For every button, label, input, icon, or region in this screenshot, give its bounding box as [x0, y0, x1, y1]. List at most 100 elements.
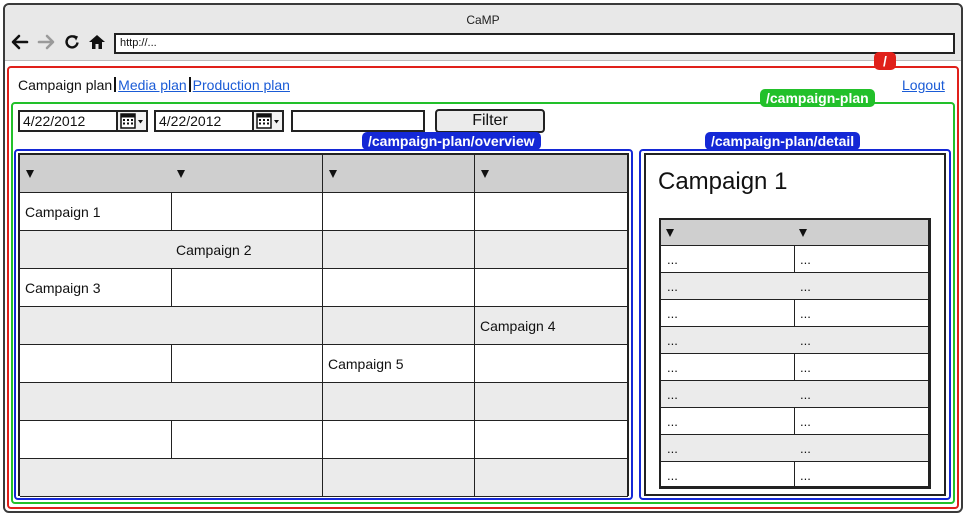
overview-grid-cell[interactable]: Campaign 3 [20, 269, 172, 307]
overview-grid-cell[interactable] [475, 421, 628, 459]
logout-link[interactable]: Logout [902, 77, 945, 93]
overview-grid-cell[interactable] [475, 459, 628, 497]
overview-grid-cell[interactable] [171, 193, 323, 231]
detail-grid-cell[interactable]: ... [794, 327, 929, 354]
overview-column-header[interactable] [475, 155, 628, 193]
main-nav: Campaign plan Media plan Production plan [18, 76, 290, 94]
detail-grid-cell[interactable]: ... [794, 300, 929, 327]
overview-grid-cell[interactable] [171, 421, 323, 459]
overview-grid-cell[interactable] [323, 459, 475, 497]
detail-grid-cell[interactable]: ... [794, 435, 929, 462]
detail-grid-cell[interactable]: ... [794, 246, 929, 273]
detail-cell-text: ... [667, 441, 678, 456]
detail-cell-text: ... [800, 441, 811, 456]
root-route-tag: / [874, 52, 896, 70]
nav-separator [188, 77, 191, 92]
overview-grid-cell[interactable] [20, 307, 172, 345]
overview-grid-cell[interactable] [171, 383, 323, 421]
overview-grid-cell[interactable] [323, 193, 475, 231]
detail-cell-text: ... [667, 306, 678, 321]
overview-grid-cell[interactable] [323, 269, 475, 307]
detail-cell-text: ... [800, 333, 811, 348]
detail-grid-cell[interactable]: ... [661, 273, 795, 300]
detail-grid: ........................................… [659, 218, 931, 489]
window-title: CaMP [466, 13, 500, 27]
overview-grid-cell[interactable] [171, 459, 323, 497]
detail-grid-cell[interactable]: ... [661, 381, 795, 408]
overview-grid-cell[interactable] [475, 345, 628, 383]
detail-grid-cell[interactable]: ... [661, 462, 795, 487]
campaign-entry: Campaign 3 [25, 280, 101, 296]
detail-grid-cell[interactable]: ... [794, 354, 929, 381]
overview-grid-cell[interactable] [171, 307, 323, 345]
date-from-field[interactable]: 4/22/2012 [18, 110, 118, 132]
detail-grid-cell[interactable]: ... [794, 273, 929, 300]
detail-grid-cell[interactable]: ... [661, 327, 795, 354]
detail-grid-cell[interactable]: ... [794, 462, 929, 487]
overview-grid-cell[interactable]: Campaign 4 [475, 307, 628, 345]
forward-arrow-icon[interactable] [36, 32, 56, 52]
campaign-entry: Campaign 2 [176, 242, 252, 258]
overview-grid-cell[interactable] [323, 383, 475, 421]
overview-grid-cell[interactable] [20, 459, 172, 497]
back-arrow-icon[interactable] [10, 32, 30, 52]
home-icon[interactable] [87, 32, 107, 52]
detail-grid-cell[interactable]: ... [661, 354, 795, 381]
overview-route-tag: /campaign-plan/overview [362, 132, 541, 150]
overview-grid-cell[interactable] [171, 345, 323, 383]
detail-title: Campaign 1 [658, 168, 788, 195]
detail-grid-cell[interactable]: ... [794, 408, 929, 435]
sort-triangle-icon [481, 170, 489, 178]
overview-grid-cell[interactable] [475, 193, 628, 231]
nav-link-media-plan[interactable]: Media plan [118, 77, 187, 93]
detail-grid-cell[interactable]: ... [661, 408, 795, 435]
sort-triangle-icon [177, 170, 185, 178]
detail-column-header[interactable] [661, 220, 795, 246]
filter-button[interactable]: Filter [435, 109, 545, 133]
reload-icon[interactable] [62, 32, 82, 52]
sort-triangle-icon [329, 170, 337, 178]
overview-column-header[interactable] [171, 155, 323, 193]
overview-grid: Campaign 1 Campaign 2 Campaign 3 Campaign 4… [18, 153, 629, 497]
detail-column-header[interactable] [794, 220, 929, 246]
date-from-picker-button[interactable] [118, 110, 148, 132]
overview-grid-cell[interactable] [323, 307, 475, 345]
overview-grid-cell[interactable] [475, 231, 628, 269]
overview-grid-cell[interactable]: Campaign 2 [171, 231, 323, 269]
detail-cell-text: ... [667, 468, 678, 483]
detail-cell-text: ... [800, 252, 811, 267]
overview-grid-cell[interactable] [20, 421, 172, 459]
sort-triangle-icon [666, 229, 674, 237]
detail-cell-text: ... [800, 279, 811, 294]
nav-link-production-plan[interactable]: Production plan [193, 77, 290, 93]
overview-grid-cell[interactable] [323, 421, 475, 459]
address-bar[interactable]: http://... [114, 33, 955, 54]
overview-grid-cell[interactable] [20, 383, 172, 421]
overview-grid-cell[interactable] [475, 383, 628, 421]
detail-grid-cell[interactable]: ... [661, 435, 795, 462]
calendar-icon [256, 113, 279, 129]
detail-cell-text: ... [667, 333, 678, 348]
detail-cell-text: ... [667, 387, 678, 402]
nav-current-campaign-plan: Campaign plan [18, 77, 113, 93]
date-to-field[interactable]: 4/22/2012 [154, 110, 254, 132]
detail-cell-text: ... [800, 360, 811, 375]
detail-grid-cell[interactable]: ... [661, 246, 795, 273]
overview-column-header[interactable] [20, 155, 172, 193]
overview-grid-cell[interactable]: Campaign 1 [20, 193, 172, 231]
overview-grid-cell[interactable] [323, 231, 475, 269]
overview-column-header[interactable] [323, 155, 475, 193]
filter-text-input[interactable] [291, 110, 425, 132]
calendar-icon [120, 113, 143, 129]
detail-cell-text: ... [667, 252, 678, 267]
detail-grid-cell[interactable]: ... [661, 300, 795, 327]
overview-grid-cell[interactable] [475, 269, 628, 307]
sort-triangle-icon [799, 229, 807, 237]
campaign-entry: Campaign 5 [328, 356, 404, 372]
overview-grid-cell[interactable] [20, 231, 172, 269]
overview-grid-cell[interactable] [171, 269, 323, 307]
detail-grid-cell[interactable]: ... [794, 381, 929, 408]
overview-grid-cell[interactable]: Campaign 5 [323, 345, 475, 383]
overview-grid-cell[interactable] [20, 345, 172, 383]
date-to-picker-button[interactable] [254, 110, 284, 132]
